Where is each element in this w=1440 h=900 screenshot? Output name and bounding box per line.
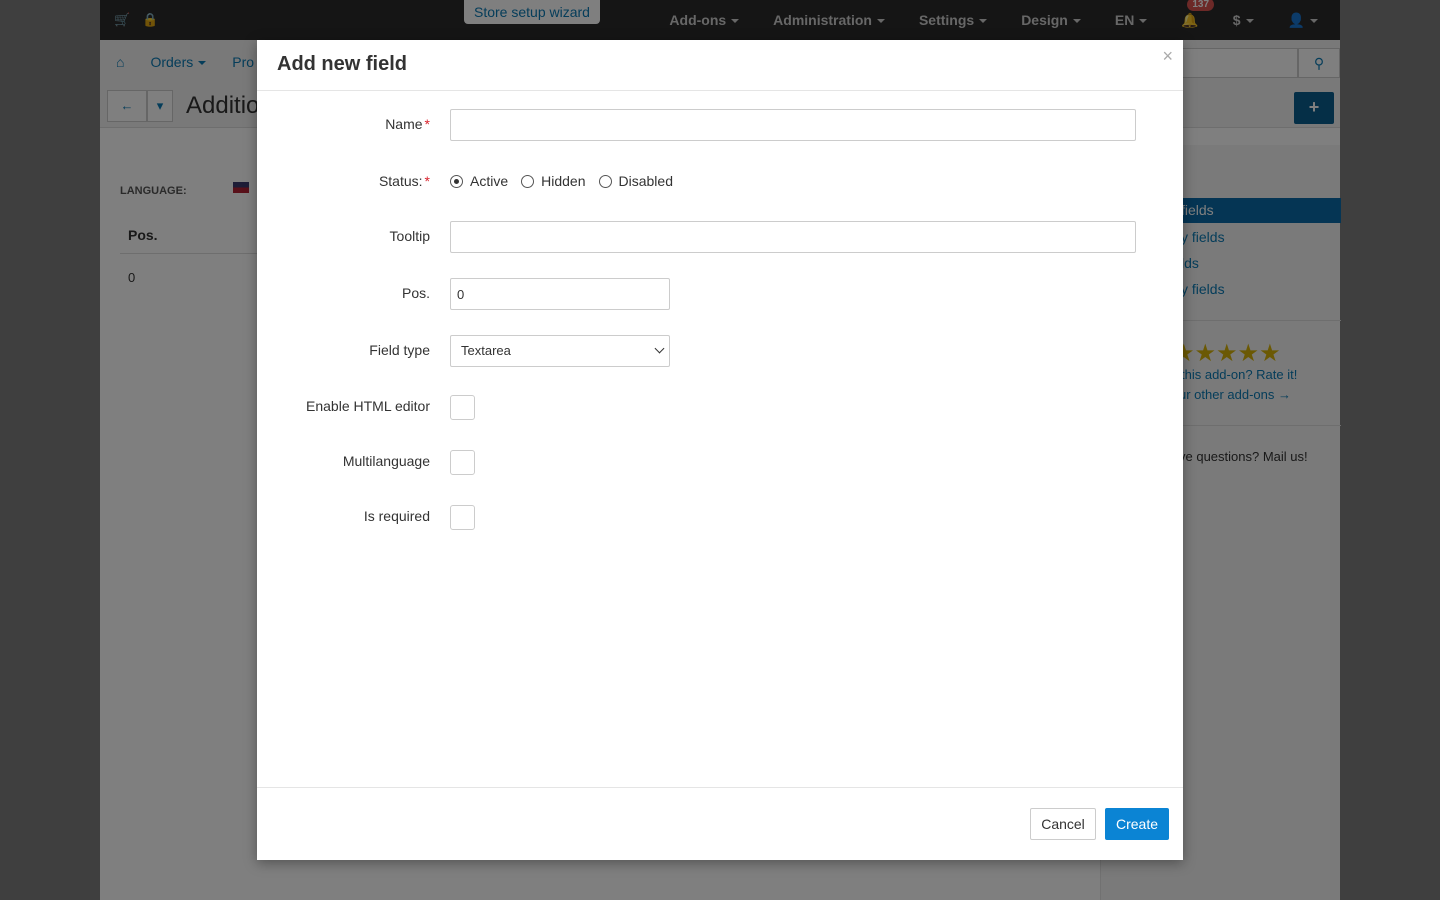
status-option-hidden[interactable]: Hidden <box>521 173 586 189</box>
modal-header: Add new field × <box>257 40 1183 91</box>
radio-unchecked[interactable] <box>598 174 612 188</box>
create-button[interactable]: Create <box>1105 808 1169 840</box>
name-label: Name * <box>385 116 430 132</box>
field-type-select[interactable]: Textarea <box>450 335 670 367</box>
tooltip-input[interactable] <box>450 221 1136 253</box>
chevron-down-icon <box>654 343 665 354</box>
required-marker: * <box>424 173 430 189</box>
field-type-label: Field type <box>369 342 430 358</box>
pos-label: Pos. <box>401 285 430 301</box>
name-input[interactable] <box>450 109 1136 141</box>
is-required-checkbox[interactable] <box>450 505 475 530</box>
radio-unchecked[interactable] <box>521 174 535 188</box>
required-marker: * <box>424 116 430 132</box>
close-icon[interactable]: × <box>1162 46 1173 67</box>
status-radio-group: Active Hidden Disabled <box>450 173 686 189</box>
status-label: Status: * <box>378 173 430 189</box>
html-editor-checkbox[interactable] <box>450 395 475 420</box>
modal-footer: Cancel Create <box>257 787 1183 860</box>
html-editor-label: Enable HTML editor <box>306 398 430 414</box>
status-option-disabled[interactable]: Disabled <box>598 173 673 189</box>
tooltip-label: Tooltip <box>389 228 430 244</box>
modal-title: Add new field <box>277 53 407 75</box>
status-option-active[interactable]: Active <box>450 173 508 189</box>
multilanguage-checkbox[interactable] <box>450 450 475 475</box>
pos-input[interactable] <box>450 278 670 310</box>
is-required-label: Is required <box>363 508 430 524</box>
multilanguage-label: Multilanguage <box>342 453 430 469</box>
cancel-button[interactable]: Cancel <box>1030 808 1096 840</box>
add-field-modal: Add new field × Name * Status: * Active Hi… <box>257 40 1183 860</box>
radio-checked[interactable] <box>450 174 463 188</box>
